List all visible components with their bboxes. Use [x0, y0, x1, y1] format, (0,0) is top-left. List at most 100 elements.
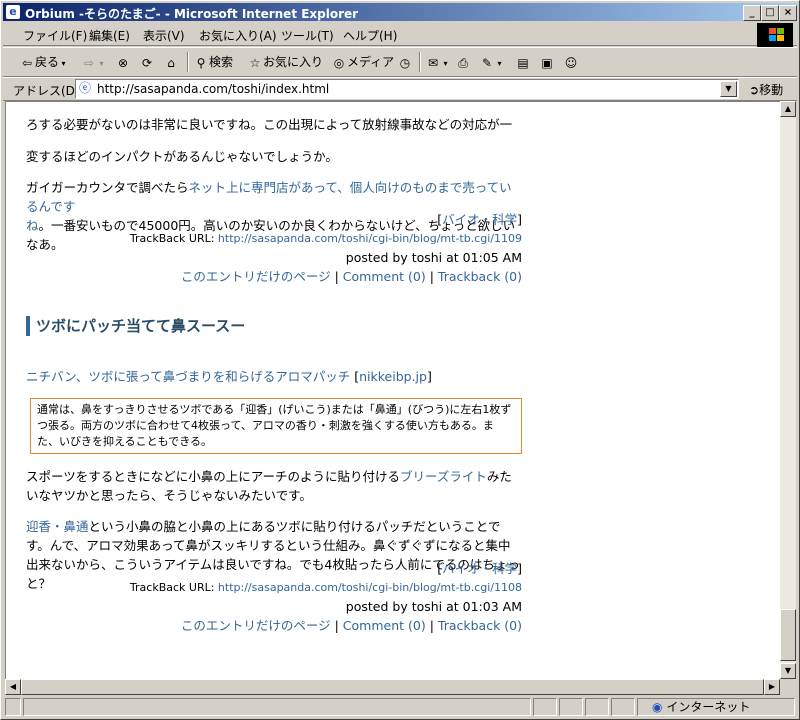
address-bar: アドレス(D) ⓔ http://sasapanda.com/toshi/ind…: [3, 77, 797, 101]
menu-file[interactable]: ファイル(F): [23, 27, 87, 44]
entry2-trackback-link[interactable]: Trackback (0): [438, 618, 522, 633]
home-button[interactable]: ⌂: [163, 53, 179, 71]
entry2-permalink[interactable]: このエントリだけのページ: [181, 618, 331, 633]
back-arrow-icon: ⇦: [21, 55, 33, 70]
entry1-comment-link[interactable]: Comment (0): [343, 269, 426, 284]
toolbar-separator: [187, 52, 189, 72]
stop-button[interactable]: ⊗: [115, 53, 131, 71]
entry2-category-link[interactable]: バイオ・科学: [442, 561, 517, 576]
internet-zone-icon: ◉: [652, 700, 663, 714]
edit-icon: ✎: [481, 55, 493, 70]
entry2-quote: 通常は、鼻をすっきりさせるツボである「迎香」(げいこう)または「鼻通」(びつう)…: [30, 398, 522, 454]
favorites-icon: ☆: [249, 55, 261, 70]
entry1-category-link[interactable]: バイオ・科学: [442, 212, 517, 227]
favorites-label: お気に入り: [263, 55, 324, 69]
favorites-button[interactable]: ☆ お気に入り: [247, 53, 323, 71]
search-icon: ⚲: [196, 55, 206, 70]
standard-toolbar: ⇦ 戻る ▾ ⇨ ▾ ⊗ ⟳ ⌂ ⚲ 検索 ☆ お気に入り ◎ メディア ◷ ✉ ▾ ⎙…: [3, 47, 797, 77]
entry2-comment-link[interactable]: Comment (0): [343, 618, 426, 633]
scroll-up-button[interactable]: ▲: [780, 101, 796, 117]
window-title: Orbium -そらのたまご- - Microsoft Internet Exp…: [25, 7, 359, 21]
search-label: 検索: [209, 55, 234, 69]
scroll-right-button[interactable]: ▶: [764, 679, 780, 695]
messenger-button[interactable]: ☺: [563, 53, 579, 71]
discuss-icon: ▤: [517, 55, 529, 70]
home-icon: ⌂: [167, 55, 175, 70]
horizontal-scrollbar[interactable]: ◀ ▶: [5, 679, 780, 695]
go-label: 移動: [759, 83, 784, 97]
media-button[interactable]: ◎ メディア: [331, 53, 394, 71]
entry1-permalink[interactable]: このエントリだけのページ: [181, 269, 331, 284]
browser-window: e Orbium -そらのたまご- - Microsoft Internet E…: [0, 0, 800, 720]
entry2-text: スポーツをするときになどに小鼻の上にアーチのように貼り付ける: [26, 468, 401, 484]
mail-button[interactable]: ✉ ▾: [425, 53, 448, 71]
status-panel: [559, 698, 583, 716]
messenger-icon: ☺: [564, 55, 578, 70]
entry1-line2: 変するほどのインパクトがあるんじゃないでしょうか。: [26, 148, 338, 164]
status-page-icon: [5, 698, 21, 716]
print-icon: ⎙: [458, 55, 468, 70]
status-zone: ◉ インターネット: [637, 698, 795, 716]
page-viewport: ろする必要がないのは非常に良いですね。この出現によって放射線事故などの対応が一 …: [5, 101, 781, 680]
menu-view[interactable]: 表示(V): [143, 27, 185, 44]
entry2-posted: posted by toshi at 01:03 AM: [345, 599, 522, 614]
status-panel: [533, 698, 557, 716]
entry2-trackback-url[interactable]: http://sasapanda.com/toshi/cgi-bin/blog/…: [218, 581, 522, 594]
horizontal-scroll-thumb[interactable]: [21, 679, 764, 695]
title-bar: e Orbium -そらのたまご- - Microsoft Internet E…: [3, 3, 797, 21]
edit-button[interactable]: ✎ ▾: [479, 53, 502, 71]
menu-help[interactable]: ヘルプ(H): [343, 27, 397, 44]
research-icon: ▣: [541, 55, 553, 70]
acupoint-link[interactable]: 迎香・鼻通: [26, 519, 89, 534]
entry2-source-link[interactable]: ニチバン、ツボに張って鼻づまりを和らげるアロマパッチ: [26, 369, 350, 384]
back-button[interactable]: ⇦ 戻る ▾: [19, 53, 66, 71]
menu-edit[interactable]: 編集(E): [89, 27, 130, 44]
entry1-posted: posted by toshi at 01:05 AM: [345, 250, 522, 265]
media-icon: ◎: [333, 55, 345, 70]
status-bar: ◉ インターネット: [3, 697, 797, 717]
discuss-button[interactable]: ▤: [515, 53, 531, 71]
forward-button[interactable]: ⇨ ▾: [81, 53, 104, 71]
address-dropdown-button[interactable]: ▼: [720, 81, 737, 97]
close-button[interactable]: ×: [779, 5, 797, 21]
menu-tools[interactable]: ツール(T): [281, 27, 334, 44]
status-message: [23, 698, 531, 716]
media-label: メディア: [347, 55, 395, 69]
back-label: 戻る: [35, 55, 60, 69]
go-button[interactable]: ➲移動: [749, 81, 783, 98]
address-input[interactable]: ⓔ http://sasapanda.com/toshi/index.html …: [75, 79, 739, 99]
entry2-trackback-label: TrackBack URL:: [129, 581, 215, 594]
address-url: http://sasapanda.com/toshi/index.html: [97, 82, 330, 96]
entry1-trackback-link[interactable]: Trackback (0): [438, 269, 522, 284]
page-icon: ⓔ: [79, 81, 92, 95]
status-zone-label: インターネット: [666, 700, 751, 714]
vertical-scroll-thumb[interactable]: [780, 609, 796, 661]
scroll-left-button[interactable]: ◀: [5, 679, 21, 695]
toolbar-separator: [419, 52, 421, 72]
stop-icon: ⊗: [117, 55, 129, 70]
refresh-button[interactable]: ⟳: [139, 53, 155, 71]
entry2-footer: [バイオ・科学] TrackBack URL: http://sasapanda…: [26, 559, 522, 635]
history-icon: ◷: [399, 55, 411, 70]
entry1-trackback-label: TrackBack URL:: [129, 232, 215, 245]
entry1-trackback-url[interactable]: http://sasapanda.com/toshi/cgi-bin/blog/…: [218, 232, 522, 245]
history-button[interactable]: ◷: [397, 53, 413, 71]
breathe-right-link[interactable]: ブリーズライト: [400, 469, 487, 484]
go-arrow-icon: ➲: [749, 83, 760, 97]
entry2-source-site-link[interactable]: nikkeibp.jp: [359, 369, 427, 384]
research-button[interactable]: ▣: [539, 53, 555, 71]
search-button[interactable]: ⚲ 検索: [193, 53, 233, 71]
print-button[interactable]: ⎙: [455, 53, 471, 71]
vertical-scrollbar[interactable]: ▲ ▼: [780, 101, 796, 679]
status-panel: [611, 698, 635, 716]
entry1-footer: [バイオ・科学] TrackBack URL: http://sasapanda…: [26, 210, 522, 286]
mail-icon: ✉: [427, 55, 439, 70]
entry1-line-partial: ろする必要がないのは非常に良いですね。この出現によって放射線事故などの対応が一: [26, 117, 513, 132]
windows-logo-icon: [757, 23, 793, 47]
status-panel: [585, 698, 609, 716]
minimize-button[interactable]: _: [743, 5, 761, 21]
menu-favorites[interactable]: お気に入り(A): [199, 27, 277, 44]
scroll-down-button[interactable]: ▼: [780, 663, 796, 679]
maximize-button[interactable]: □: [761, 5, 779, 21]
menu-bar: ファイル(F) 編集(E) 表示(V) お気に入り(A) ツール(T) ヘルプ(…: [3, 23, 797, 46]
